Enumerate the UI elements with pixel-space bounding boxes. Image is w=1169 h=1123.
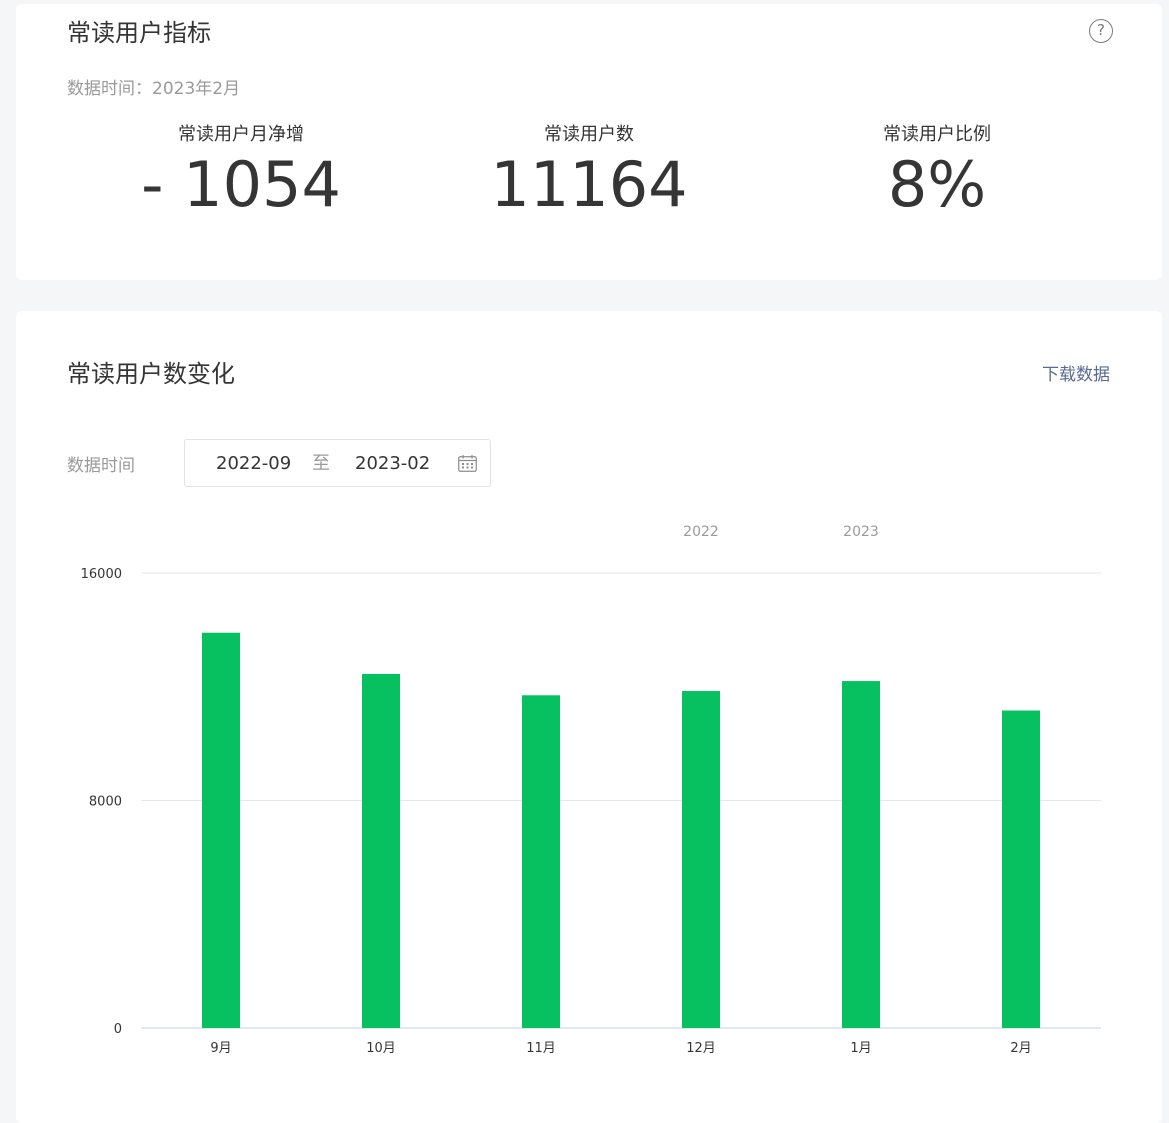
bar [362, 673, 400, 1028]
metric-label: 常读用户比例 [883, 124, 991, 145]
bar [1002, 710, 1040, 1028]
metric-value: - 1054 [141, 148, 341, 221]
summary-card: 常读用户指标 ? 数据时间：2023年2月 常读用户月净增 - 1054 常读用… [16, 4, 1162, 280]
year-label: 2023 [843, 524, 879, 540]
x-tick-label: 12月 [686, 1041, 716, 1056]
bar [522, 695, 560, 1028]
metric-user-count: 常读用户数 11164 [439, 123, 739, 223]
trend-card: 常读用户数变化 下载数据 数据时间 2022-09 至 2023-02 0 800… [16, 311, 1162, 1123]
metric-label: 常读用户月净增 [178, 124, 304, 145]
y-tick-label: 16000 [81, 567, 122, 582]
help-icon[interactable]: ? [1089, 19, 1113, 43]
metric-net-increase: 常读用户月净增 - 1054 [91, 123, 391, 223]
x-tick-label: 9月 [210, 1041, 231, 1056]
summary-data-time: 数据时间：2023年2月 [67, 79, 241, 99]
x-tick-label: 1月 [850, 1041, 871, 1056]
x-tick-label: 11月 [526, 1041, 556, 1056]
summary-title: 常读用户指标 [67, 19, 211, 47]
bar [842, 681, 880, 1028]
metric-user-ratio: 常读用户比例 8% [787, 123, 1087, 223]
y-tick-label: 8000 [89, 795, 122, 810]
y-tick-label: 0 [114, 1022, 122, 1037]
metric-label: 常读用户数 [544, 124, 634, 145]
year-label: 2022 [683, 524, 719, 540]
bar [682, 691, 720, 1028]
x-tick-label: 10月 [366, 1041, 396, 1056]
metric-value: 8% [887, 148, 987, 221]
metric-value: 11164 [490, 148, 688, 221]
user-count-bar-chart: 0 8000 16000 9月 10月 11月 12月 1月 2月 2022 2023 [81, 524, 1101, 1056]
bar [202, 632, 240, 1028]
x-tick-label: 2月 [1010, 1041, 1031, 1056]
